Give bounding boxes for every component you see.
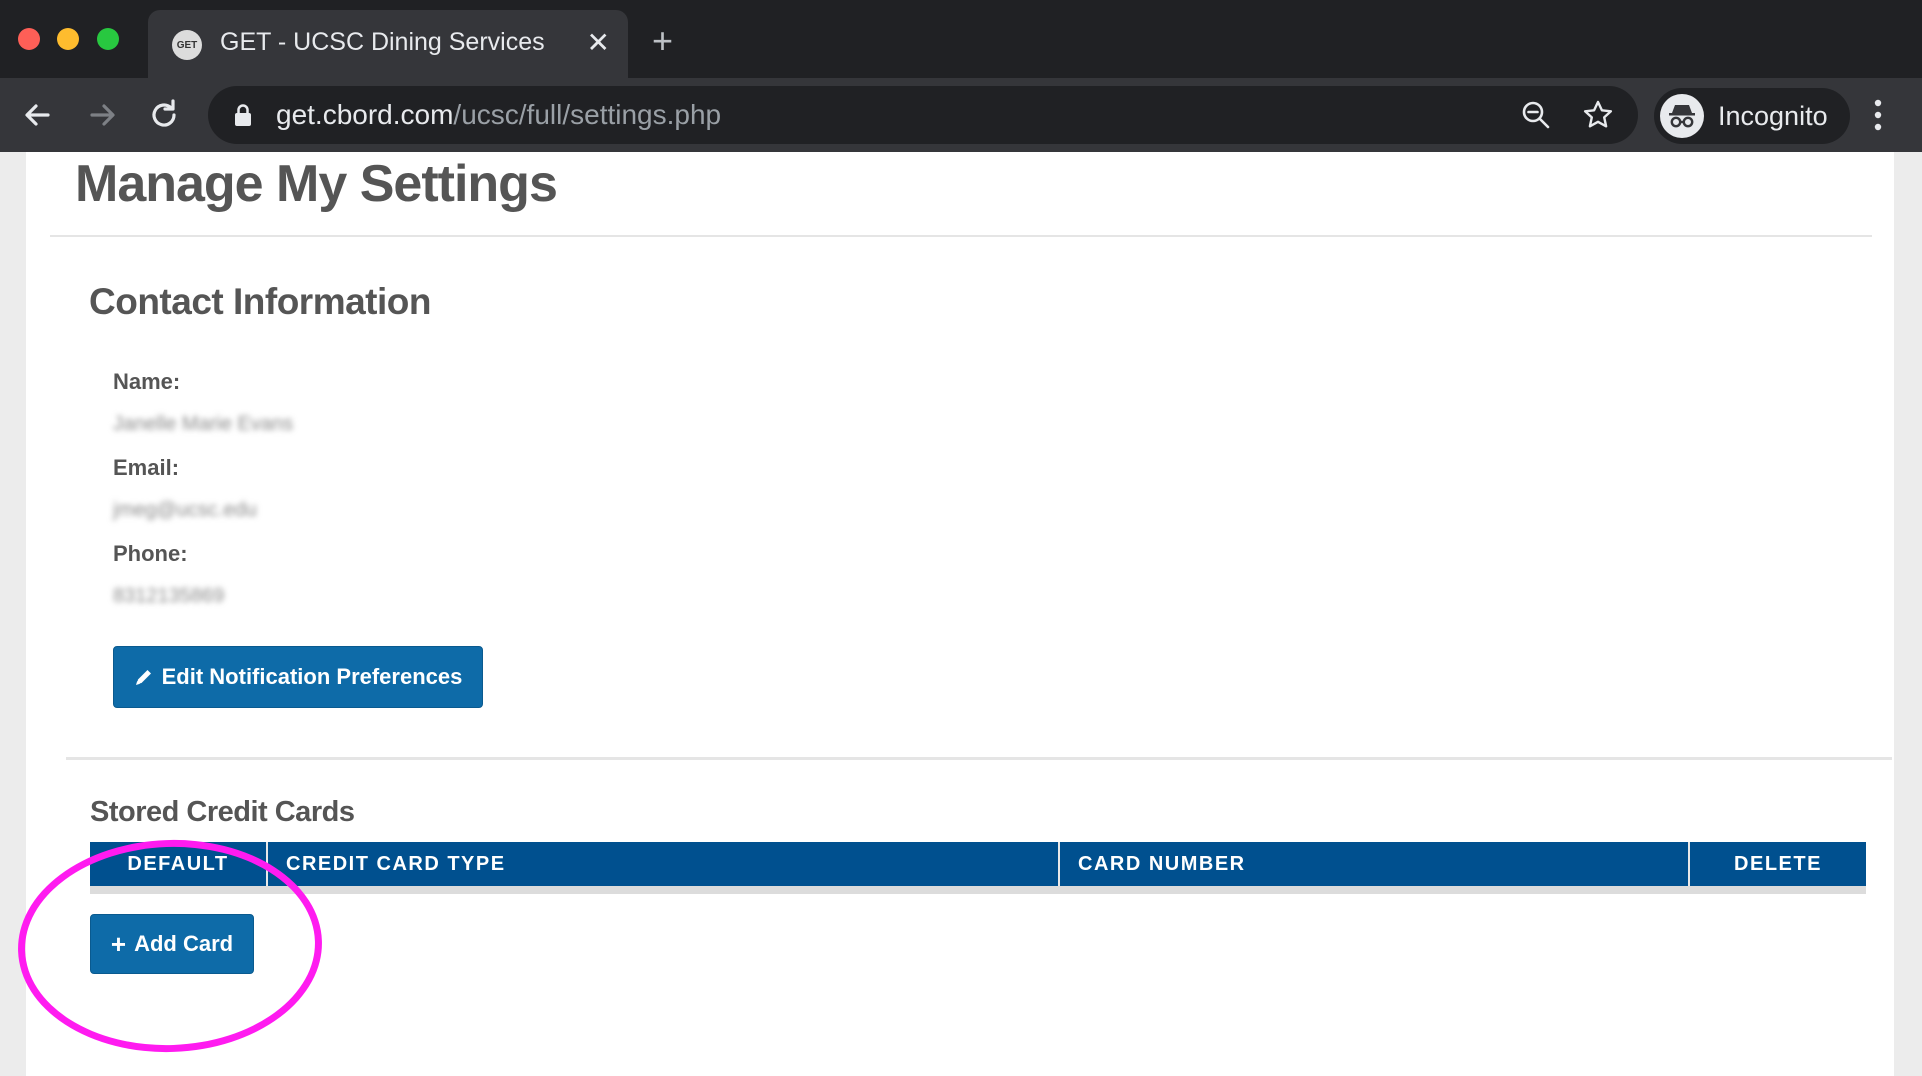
edit-notification-preferences-label: Edit Notification Preferences: [161, 664, 463, 689]
phone-value: 8312135869: [113, 585, 225, 607]
email-label: Email:: [113, 455, 180, 480]
title-divider: [50, 235, 1872, 237]
minimize-window-button[interactable]: [57, 28, 79, 50]
site-favicon-icon: GET: [172, 30, 202, 60]
close-window-button[interactable]: [18, 28, 40, 50]
column-header-card-number: CARD NUMBER: [1060, 842, 1690, 886]
section-divider: [66, 757, 1892, 760]
incognito-profile-button[interactable]: Incognito: [1654, 88, 1850, 144]
url-domain: get.cbord.com: [276, 99, 454, 130]
stored-credit-cards-heading: Stored Credit Cards: [90, 796, 355, 828]
name-value: Janelle Marie Evans: [113, 413, 294, 435]
lock-icon[interactable]: [234, 103, 252, 127]
reload-icon[interactable]: [144, 95, 184, 135]
credit-cards-table-footer: [90, 886, 1866, 894]
page-title: Manage My Settings: [75, 155, 558, 213]
zoom-out-icon[interactable]: [1520, 99, 1552, 131]
browser-toolbar: get.cbord.com/ucsc/full/settings.php Inc…: [0, 78, 1922, 152]
pencil-icon: [135, 670, 151, 685]
address-bar[interactable]: get.cbord.com/ucsc/full/settings.php: [208, 86, 1638, 144]
browser-menu-icon[interactable]: [1872, 98, 1884, 132]
new-tab-button[interactable]: +: [652, 22, 673, 60]
name-label: Name:: [113, 369, 181, 394]
tab-close-icon[interactable]: ✕: [587, 24, 610, 62]
column-header-delete: DELETE: [1734, 852, 1822, 875]
incognito-icon: [1660, 94, 1704, 138]
contact-info-heading: Contact Information: [89, 281, 431, 322]
phone-label: Phone:: [113, 541, 188, 566]
forward-arrow-icon[interactable]: [82, 95, 122, 135]
column-header-credit-card-type: CREDIT CARD TYPE: [268, 842, 1060, 886]
maximize-window-button[interactable]: [97, 28, 119, 50]
browser-tab-strip: GET GET - UCSC Dining Services ✕ +: [0, 0, 1922, 78]
browser-tab[interactable]: GET GET - UCSC Dining Services ✕: [148, 10, 628, 78]
url-text[interactable]: get.cbord.com/ucsc/full/settings.php: [276, 99, 721, 131]
email-value: jmeg@ucsc.edu: [113, 499, 257, 521]
edit-notification-preferences-button[interactable]: Edit Notification Preferences: [113, 646, 483, 708]
tab-title: GET - UCSC Dining Services: [220, 28, 545, 56]
back-arrow-icon[interactable]: [18, 95, 58, 135]
bookmark-star-icon[interactable]: [1582, 99, 1614, 131]
url-path: /ucsc/full/settings.php: [453, 99, 722, 130]
credit-cards-table-header: DEFAULT CREDIT CARD TYPE CARD NUMBER DEL…: [90, 842, 1866, 886]
incognito-label: Incognito: [1718, 101, 1828, 131]
